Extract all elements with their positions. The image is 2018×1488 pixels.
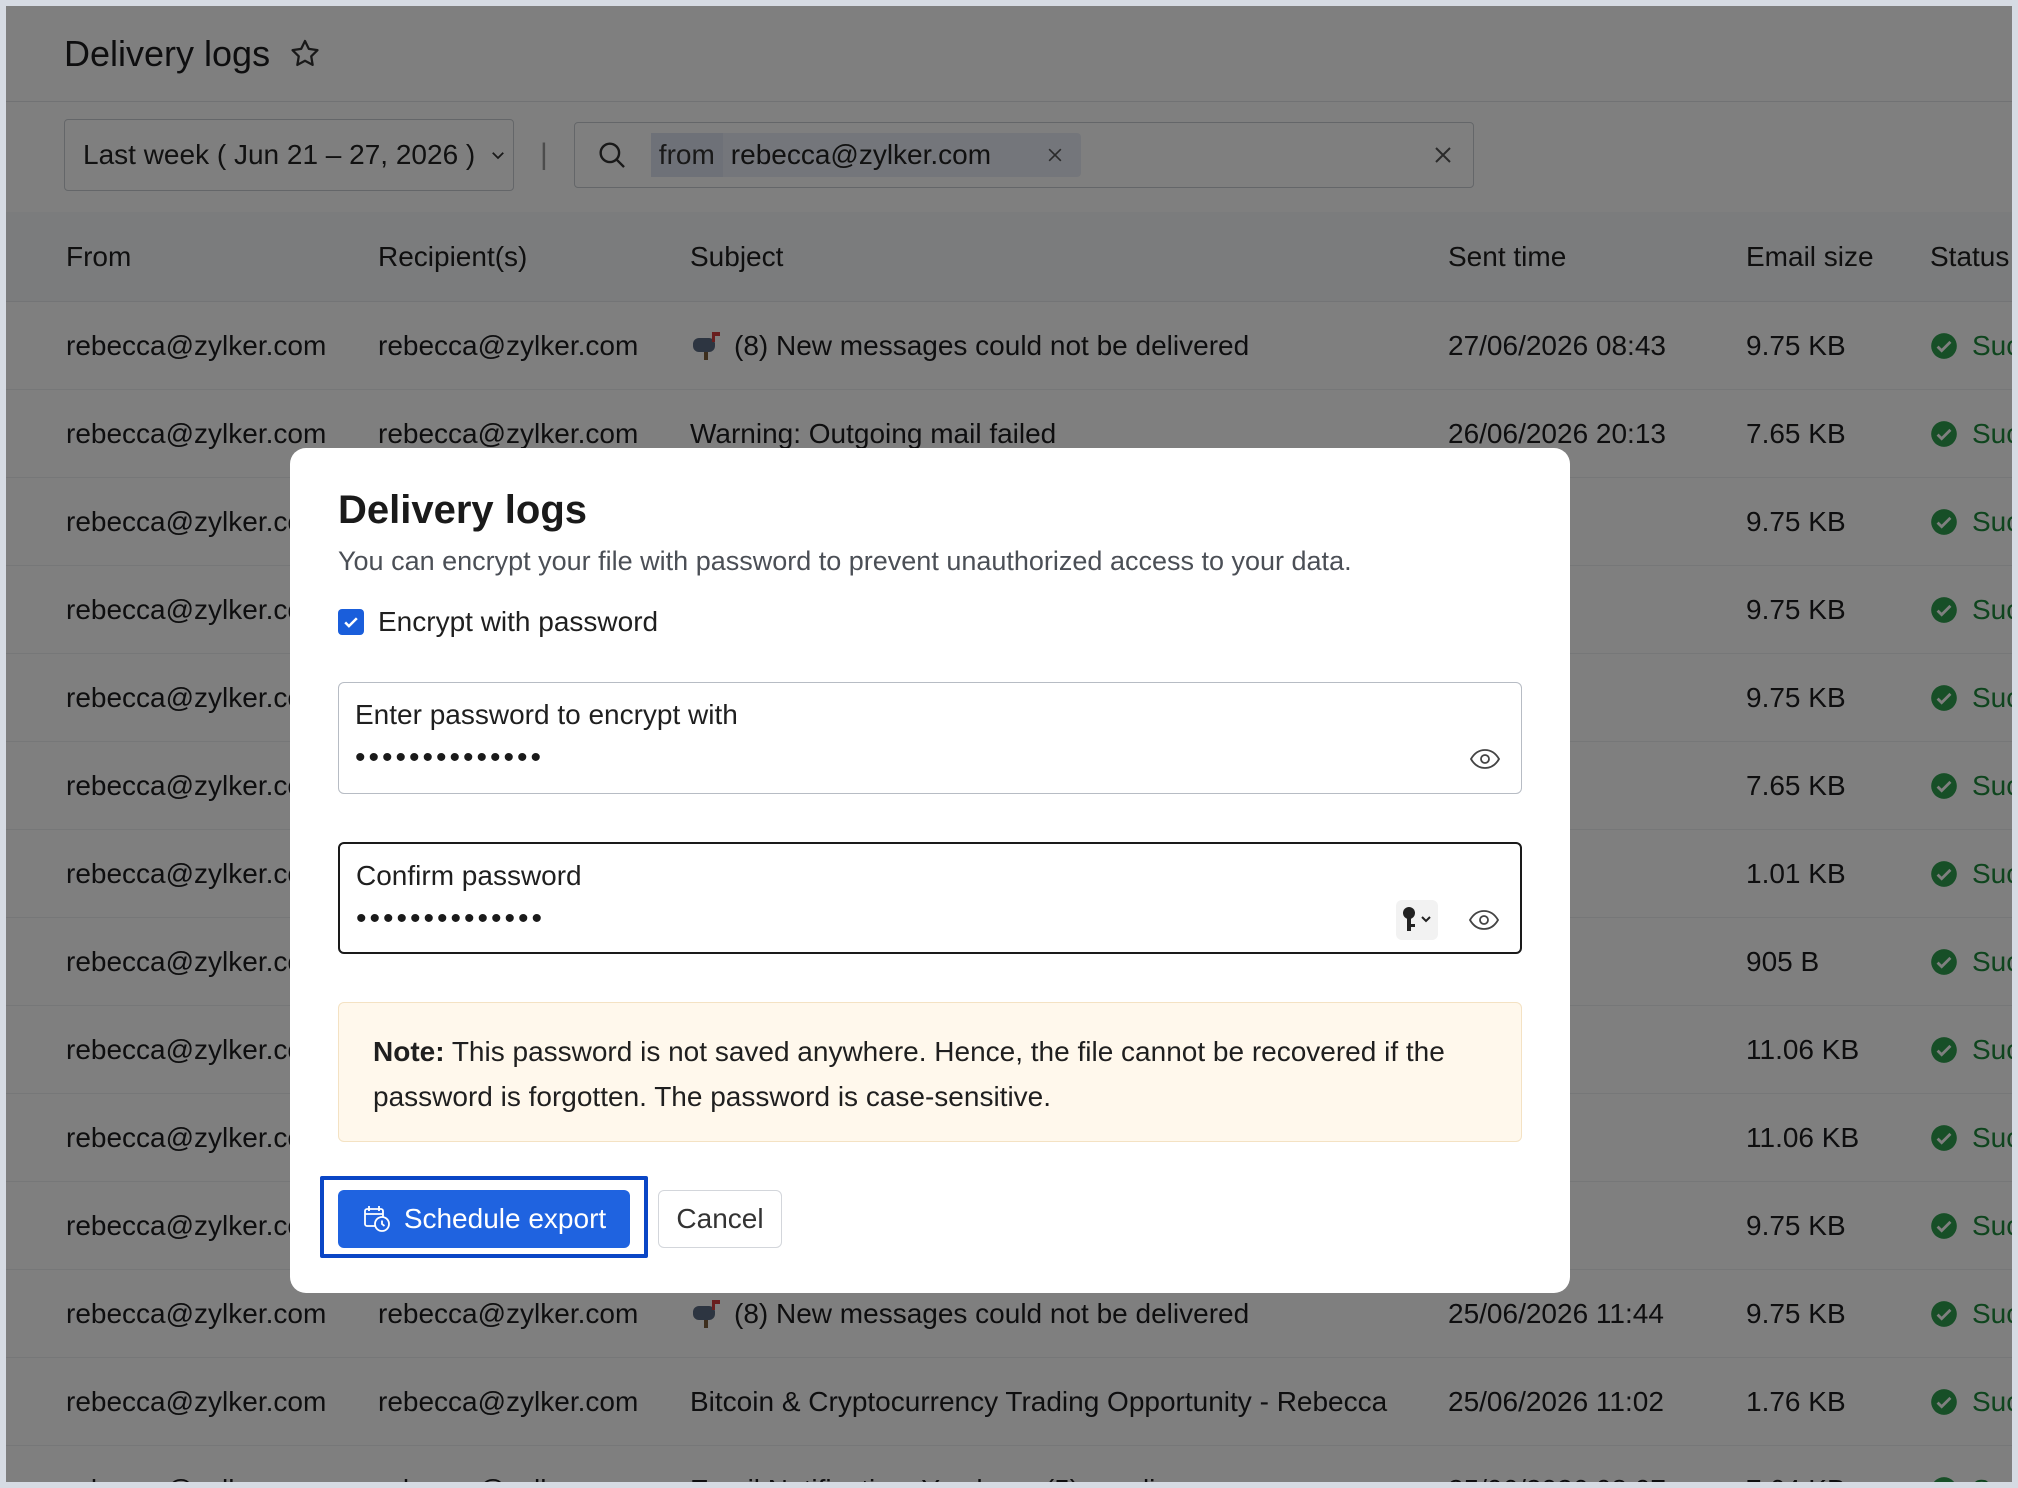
confirm-password-field[interactable]: Confirm password •••••••••••••• [338, 842, 1522, 954]
encrypt-dialog: Delivery logs You can encrypt your file … [290, 448, 1570, 1293]
password-note: Note: This password is not saved anywher… [338, 1002, 1522, 1142]
note-text: This password is not saved anywhere. Hen… [373, 1036, 1445, 1112]
cancel-button[interactable]: Cancel [658, 1190, 782, 1248]
eye-icon[interactable] [1469, 747, 1501, 771]
schedule-export-label: Schedule export [403, 1203, 607, 1234]
password-field-label: Enter password to encrypt with [355, 699, 738, 730]
password-field[interactable]: Enter password to encrypt with •••••••••… [338, 682, 1522, 794]
schedule-icon [362, 1204, 392, 1234]
schedule-export-button[interactable]: Schedule export [338, 1190, 630, 1248]
encrypt-checkbox-label: Encrypt with password [378, 606, 659, 637]
password-field-value[interactable]: •••••••••••••• [355, 741, 544, 775]
app-window: Delivery logs Last week ( Jun 21 – 27, 2… [6, 6, 2012, 1482]
encrypt-checkbox-row[interactable]: Encrypt with password [338, 606, 658, 638]
confirm-password-label: Confirm password [356, 860, 582, 891]
encrypt-checkbox[interactable] [338, 609, 364, 635]
key-icon[interactable] [1396, 900, 1438, 940]
note-label: Note: [373, 1036, 445, 1067]
eye-icon[interactable] [1468, 908, 1500, 932]
confirm-password-value[interactable]: •••••••••••••• [356, 902, 545, 936]
dialog-title: Delivery logs [338, 488, 588, 532]
dialog-description: You can encrypt your file with password … [338, 546, 1352, 576]
